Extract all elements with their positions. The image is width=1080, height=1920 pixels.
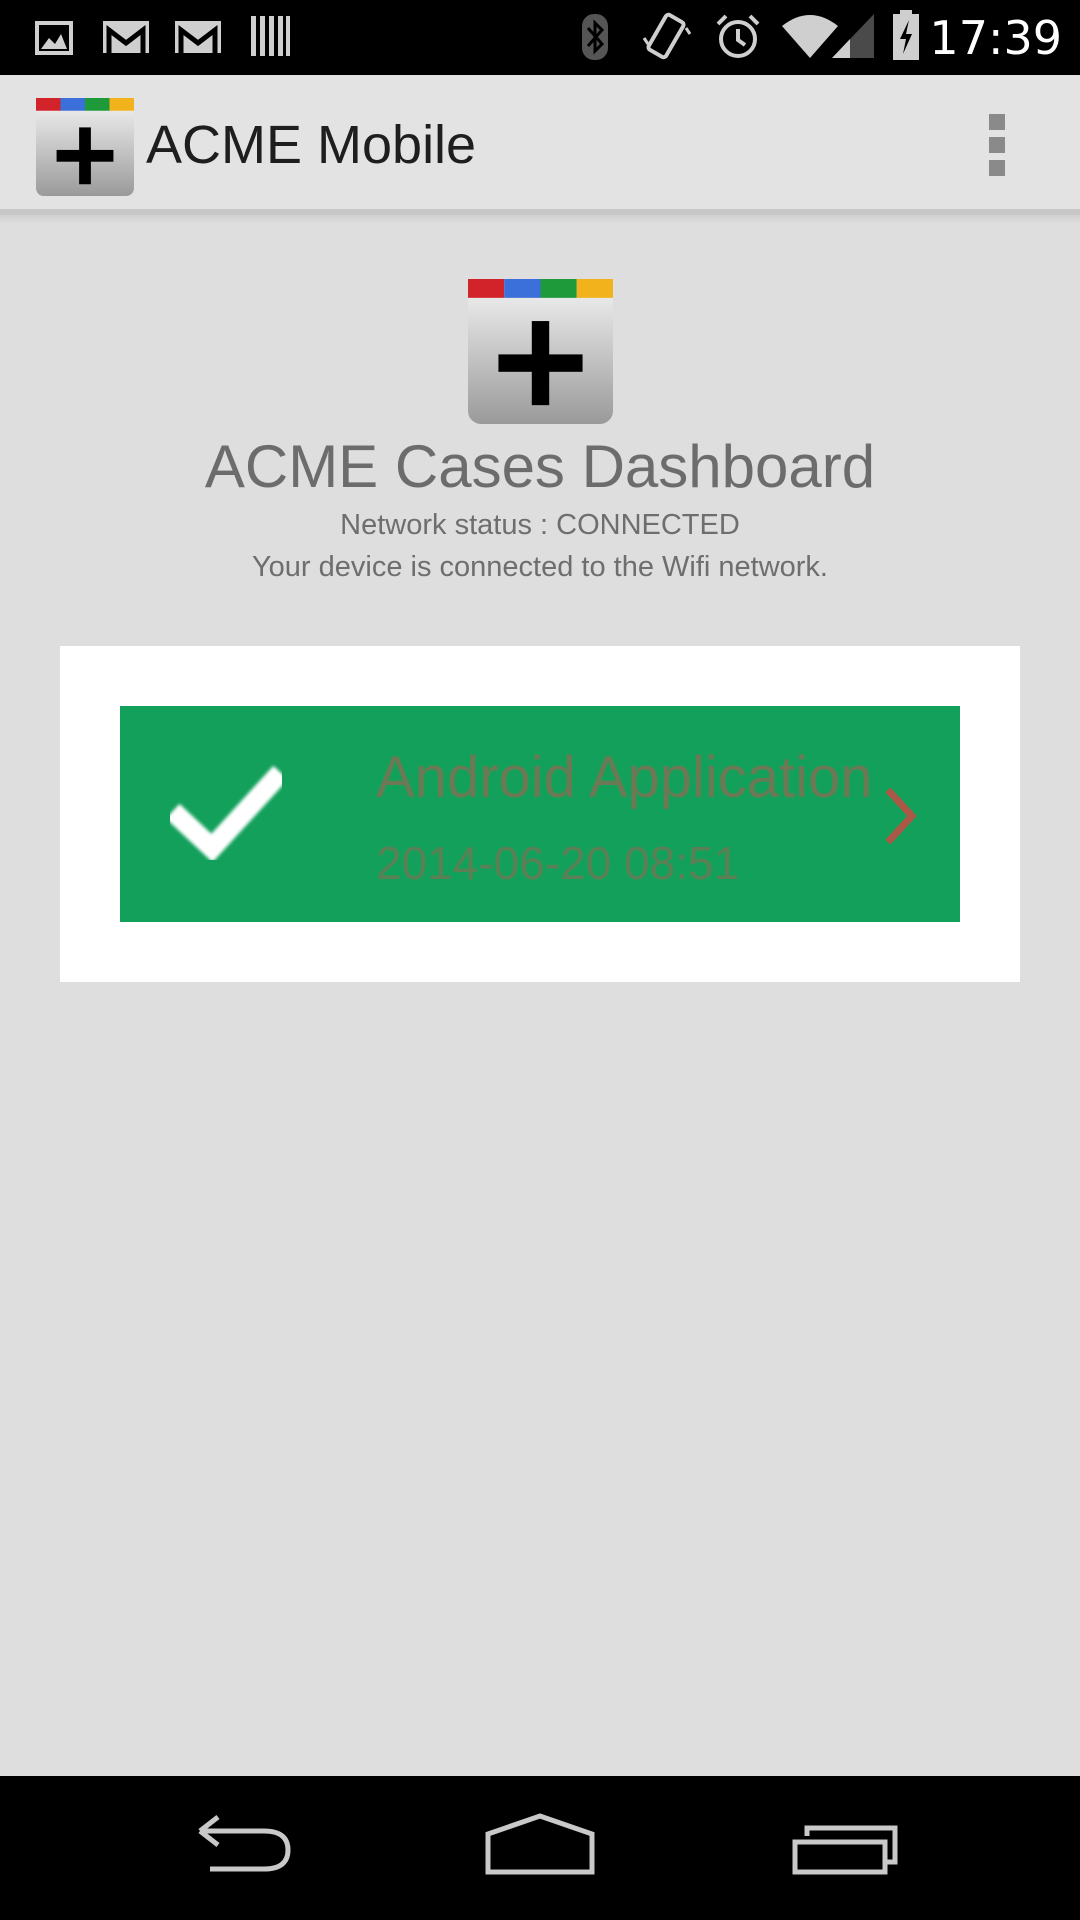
gmail-icon (103, 21, 149, 53)
overflow-menu-icon[interactable] (980, 114, 1014, 176)
app-title: ACME Mobile (146, 115, 477, 175)
status-time: 17:39 (929, 11, 1062, 65)
network-description: Your device is connected to the Wifi net… (251, 551, 828, 583)
case-date: 2014-06-20 08:51 (376, 837, 740, 889)
action-bar: ACME Mobile (0, 75, 1080, 215)
app-logo-icon (36, 98, 134, 196)
battery-charging-icon (893, 10, 919, 60)
navigation-bar (0, 1776, 1080, 1920)
dashboard-logo-icon (468, 279, 613, 424)
network-status: Network status : CONNECTED (340, 509, 740, 541)
gallery-icon (35, 21, 73, 55)
status-bar: 17:39 (0, 0, 1080, 75)
signal-icon (832, 14, 874, 58)
case-title: Android Application (376, 745, 873, 810)
gmail-icon (175, 21, 221, 53)
back-icon[interactable] (140, 1776, 340, 1920)
bluetooth-icon (582, 14, 608, 60)
home-icon[interactable] (440, 1776, 640, 1920)
barcode-icon (251, 16, 290, 56)
chevron-right-icon (885, 787, 917, 845)
case-item[interactable]: Android Application 2014-06-20 08:51 (120, 706, 960, 922)
recents-icon[interactable] (745, 1776, 945, 1920)
alarm-icon (716, 14, 760, 58)
cases-card: Android Application 2014-06-20 08:51 (60, 646, 1020, 982)
checkmark-icon (170, 765, 282, 860)
dashboard-title: ACME Cases Dashboard (204, 433, 876, 500)
action-bar-shadow (0, 215, 1080, 223)
vibrate-icon (642, 12, 692, 60)
